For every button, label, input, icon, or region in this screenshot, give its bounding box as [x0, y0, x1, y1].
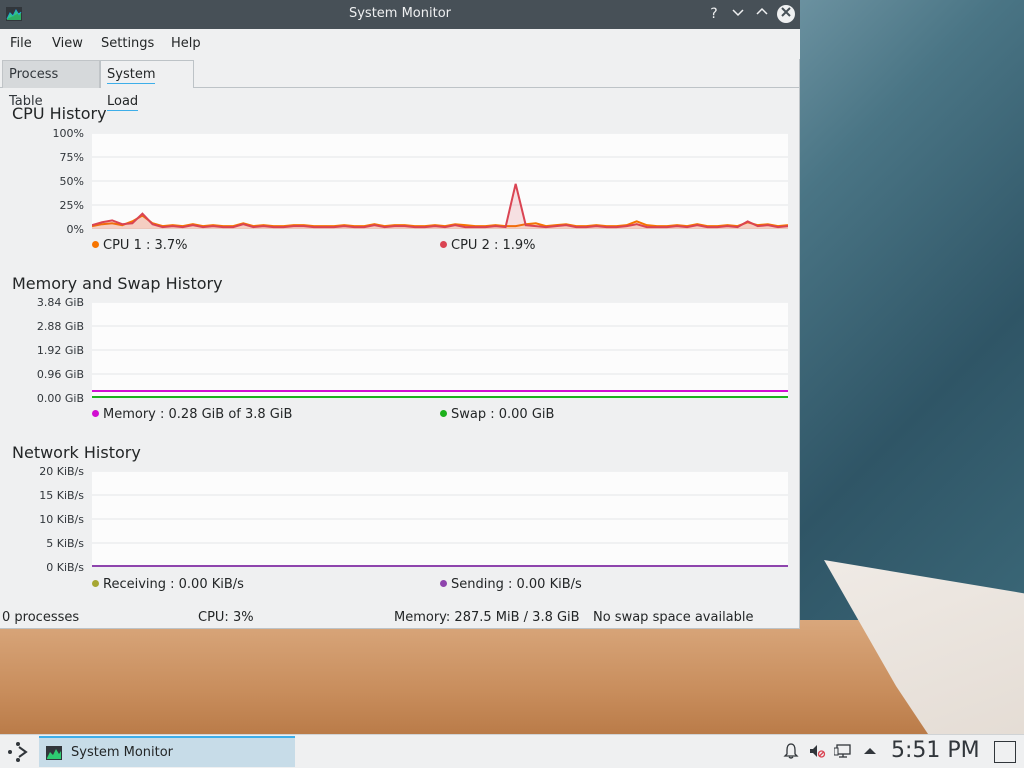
- arrow-up-icon[interactable]: [861, 742, 879, 760]
- series-line-cpu-1: [92, 216, 788, 227]
- menu-view[interactable]: View: [52, 36, 83, 51]
- tab-label: Process Table: [9, 67, 59, 109]
- menu-settings[interactable]: Settings: [101, 36, 154, 51]
- memory-history-chart: [92, 302, 788, 398]
- status-cpu: CPU: 3%: [198, 610, 254, 625]
- help-button[interactable]: ?: [705, 5, 723, 23]
- menu-help[interactable]: Help: [171, 36, 201, 51]
- close-icon: [781, 7, 791, 17]
- legend-dot: [92, 410, 99, 417]
- volume-muted-icon[interactable]: [808, 742, 826, 760]
- legend-label: CPU 2 : 1.9%: [451, 238, 536, 253]
- task-label: System Monitor: [71, 745, 174, 760]
- legend-label: Memory : 0.28 GiB of 3.8 GiB: [103, 407, 293, 422]
- legend-label: Swap : 0.00 GiB: [451, 407, 555, 422]
- legend-dot: [92, 241, 99, 248]
- title-bar[interactable]: System Monitor ?: [0, 0, 800, 29]
- cpu-history-title: CPU History: [12, 104, 107, 123]
- memory-y-tick: 1.92 GiB: [36, 344, 84, 357]
- tab-bar: Process Table System Load: [0, 59, 800, 111]
- network-y-tick: 0 KiB/s: [46, 561, 84, 574]
- chevron-up-icon: [756, 7, 768, 15]
- cpu-y-tick: 50%: [59, 175, 84, 188]
- system-monitor-icon: [46, 746, 62, 760]
- legend-cpu1: CPU 1 : 3.7%: [92, 238, 188, 253]
- chevron-down-icon: [732, 9, 744, 17]
- memory-y-tick: 0.96 GiB: [36, 368, 84, 381]
- minimize-button[interactable]: [729, 5, 747, 23]
- memory-y-tick: 2.88 GiB: [36, 320, 84, 333]
- tab-system-load[interactable]: System Load: [100, 60, 194, 111]
- legend-receiving: Receiving : 0.00 KiB/s: [92, 577, 244, 592]
- legend-sending: Sending : 0.00 KiB/s: [440, 577, 582, 592]
- status-bar: 0 processes CPU: 3% Memory: 287.5 MiB / …: [0, 608, 800, 628]
- legend-cpu2: CPU 2 : 1.9%: [440, 238, 536, 253]
- legend-dot: [440, 580, 447, 587]
- menu-bar: File View Settings Help: [0, 29, 800, 59]
- legend-label: Receiving : 0.00 KiB/s: [103, 577, 244, 592]
- network-history-chart: [92, 471, 788, 567]
- memory-history-title: Memory and Swap History: [12, 274, 223, 293]
- cpu-history-chart: [92, 133, 788, 229]
- memory-y-tick: 0.00 GiB: [36, 392, 84, 405]
- legend-swap: Swap : 0.00 GiB: [440, 407, 554, 422]
- legend-label: Sending : 0.00 KiB/s: [451, 577, 582, 592]
- bell-icon[interactable]: [782, 742, 800, 760]
- cpu-y-tick: 25%: [59, 199, 84, 212]
- network-y-tick: 5 KiB/s: [46, 537, 84, 550]
- tab-process-table[interactable]: Process Table: [2, 60, 100, 109]
- network-y-tick: 20 KiB/s: [39, 465, 84, 478]
- status-swap: No swap space available: [593, 610, 754, 625]
- status-memory: Memory: 287.5 MiB / 3.8 GiB: [394, 610, 580, 625]
- legend-dot: [92, 580, 99, 587]
- cpu-y-tick: 0%: [66, 223, 84, 236]
- status-processes: 0 processes: [2, 610, 80, 625]
- application-launcher-icon[interactable]: [6, 741, 30, 763]
- series-area: [92, 183, 788, 229]
- maximize-button[interactable]: [753, 5, 771, 23]
- task-system-monitor[interactable]: System Monitor: [39, 736, 295, 767]
- taskbar: System Monitor 5:51 PM: [0, 734, 1024, 768]
- legend-dot: [440, 410, 447, 417]
- system-monitor-window: System Monitor ? File View Settings Help…: [0, 0, 800, 629]
- legend-dot: [440, 241, 447, 248]
- tab-label: System Load: [107, 67, 156, 111]
- clock[interactable]: 5:51 PM: [891, 738, 980, 763]
- cpu-y-tick: 100%: [52, 127, 84, 140]
- menu-file[interactable]: File: [10, 36, 32, 51]
- window-title: System Monitor: [348, 6, 452, 21]
- network-icon[interactable]: [834, 742, 852, 760]
- show-desktop-icon[interactable]: [994, 741, 1016, 763]
- close-button[interactable]: [777, 5, 795, 23]
- network-y-tick: 15 KiB/s: [39, 489, 84, 502]
- legend-memory: Memory : 0.28 GiB of 3.8 GiB: [92, 407, 292, 422]
- memory-y-tick: 3.84 GiB: [36, 296, 84, 309]
- legend-label: CPU 1 : 3.7%: [103, 238, 188, 253]
- network-history-title: Network History: [12, 443, 141, 462]
- network-y-tick: 10 KiB/s: [39, 513, 84, 526]
- cpu-y-tick: 75%: [59, 151, 84, 164]
